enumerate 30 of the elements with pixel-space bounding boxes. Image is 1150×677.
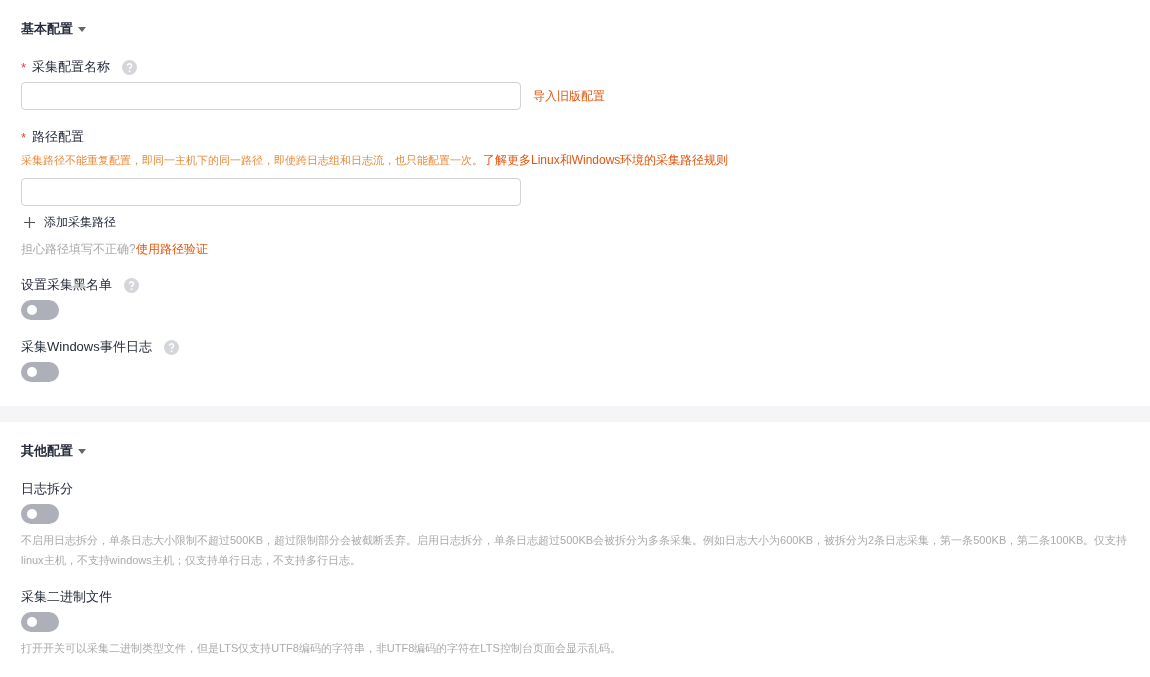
help-icon[interactable] [124, 277, 139, 293]
field-label: 日志拆分 [21, 480, 73, 498]
field-label: 采集配置名称 [32, 58, 111, 76]
field-description: 不启用日志拆分，单条日志大小限制不超过500KB，超过限制部分会被截断丢弃。启用日志拆分，单条日志超过500KB会被拆分为多条采集。例如日志大小为600KB，被拆分为2条日志采集，第一条500KB，第二条100KB。仅支持linux主机，不支持windows主机；仅支持单行日志，不支持多行日志。 [21, 533, 1129, 568]
toggle-switch[interactable] [21, 362, 59, 382]
help-icon[interactable] [163, 339, 179, 355]
field-label: 设置采集黑名单 [21, 276, 112, 294]
path-warning: 采集路径不能重复配置，即同一主机下的同一路径，即使跨日志组和日志流，也只能配置一次。了解更多Linux和Windows环境的采集路径规则 [21, 152, 730, 169]
toggle-switch[interactable] [21, 300, 59, 320]
required-asterisk: * [21, 129, 27, 145]
field-label: 路径配置 [32, 128, 85, 146]
field-description: 打开开关可以采集二进制类型文件，但是LTS仅支持UTF8编码的字符串，非UTF8编码的字符在LTS控制台页面会显示乱码。 [21, 641, 622, 656]
path-input[interactable] [21, 178, 521, 206]
field-label: 采集二进制文件 [21, 588, 112, 606]
toggle-switch[interactable] [21, 504, 59, 524]
caret-icon[interactable] [78, 448, 86, 454]
path-rules-link[interactable]: 了解更多Linux和Windows环境的采集路径规则 [483, 153, 729, 167]
import-link[interactable]: 导入旧版配置 [533, 87, 605, 105]
path-verify-link[interactable]: 使用路径验证 [135, 242, 208, 256]
field-label: 采集Windows事件日志 [21, 338, 152, 356]
add-path-button[interactable]: 添加采集路径 [21, 214, 119, 231]
caret-icon[interactable] [78, 26, 86, 32]
help-icon[interactable] [122, 59, 138, 75]
name-input[interactable] [21, 82, 521, 110]
toggle-switch[interactable] [21, 612, 59, 632]
path-hint: 担心路径填写不正确?使用路径验证 [21, 241, 209, 258]
section-title[interactable]: 基本配置 [21, 20, 73, 38]
plus-icon [24, 217, 35, 228]
required-asterisk: * [21, 59, 27, 75]
section-title[interactable]: 其他配置 [21, 442, 73, 460]
